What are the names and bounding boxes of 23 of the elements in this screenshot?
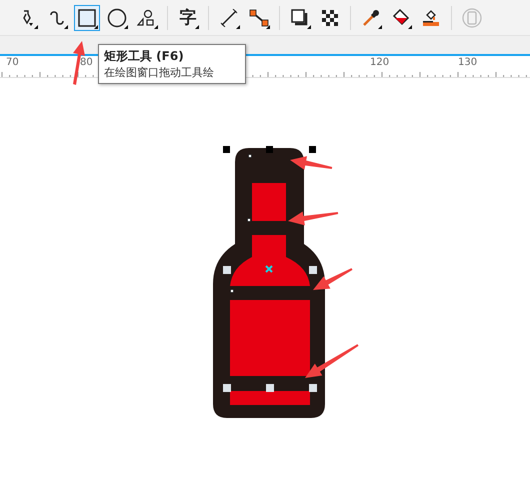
annotation-arrow [288,212,338,226]
checkerboard-icon [322,10,338,26]
ruler-label: 70 [6,57,19,68]
tooltip-title: 矩形工具 (F6) [104,48,185,65]
annotation-arrow [290,156,332,170]
line-icon [220,8,238,26]
annotation-arrow [313,268,352,290]
ruler-label: 130 [458,57,478,68]
shadow-icon [291,8,309,26]
outline-pen-icon [421,8,441,26]
paint-bucket-icon [391,8,411,26]
tooltip-description: 在绘图窗口拖动工具绘 [104,65,215,80]
rectangle-icon [78,8,96,26]
rectangle-tool-button[interactable] [74,4,100,30]
ruler-label: 80 [80,57,93,68]
ellipse-icon [107,8,127,28]
connector-icon [249,8,269,26]
curve-icon [48,8,66,26]
eyedropper-icon [362,8,380,26]
annotation-arrow [305,344,359,378]
ruler-label: 120 [370,57,390,68]
text-tool-button[interactable]: 字 [175,4,201,30]
frame-icon [462,8,482,28]
